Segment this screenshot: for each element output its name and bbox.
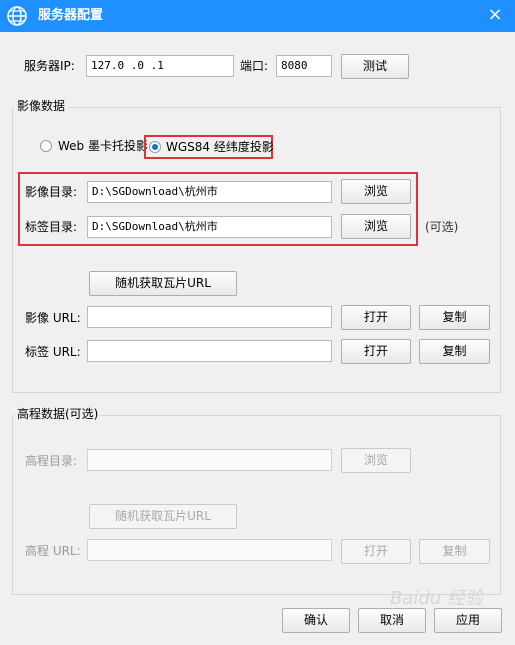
baidu-watermark: Baidu 经验 [390,588,483,609]
elevation-url-label: 高程 URL: [25,544,81,558]
label-url-open-button[interactable]: 打开 [341,339,411,364]
server-ip-label: 服务器IP: [24,59,75,73]
optional-note: (可选) [425,220,459,234]
elevation-url-copy-button[interactable]: 复制 [419,539,490,564]
radio-wgs84[interactable] [149,141,161,153]
test-button[interactable]: 测试 [341,54,409,79]
label-url-input[interactable] [87,340,332,362]
label-url-copy-button[interactable]: 复制 [419,339,490,364]
image-url-label: 影像 URL: [25,311,81,325]
port-input[interactable]: 8080 [276,55,332,77]
elevation-dir-label: 高程目录: [25,454,78,468]
elevation-group-title: 高程数据(可选) [14,406,102,422]
image-dir-browse-button[interactable]: 浏览 [341,179,411,204]
image-dir-input[interactable]: D:\SGDownload\杭州市 [87,181,332,203]
globe-icon [6,5,28,27]
label-dir-label: 标签目录: [25,220,78,234]
image-url-input[interactable] [87,306,332,328]
random-tile-url-button[interactable]: 随机获取瓦片URL [89,271,237,296]
label-url-label: 标签 URL: [25,345,81,359]
radio-wgs84-label[interactable]: WGS84 经纬度投影 [166,137,274,157]
label-dir-input[interactable]: D:\SGDownload\杭州市 [87,216,332,238]
imagery-group-title: 影像数据 [14,98,69,114]
label-dir-browse-button[interactable]: 浏览 [341,214,411,239]
cancel-button[interactable]: 取消 [358,608,426,633]
elevation-dir-browse-button[interactable]: 浏览 [341,448,411,473]
elevation-url-input[interactable] [87,539,332,561]
window-title: 服务器配置 [38,8,104,23]
server-ip-input[interactable]: 127.0 .0 .1 [86,55,234,77]
elevation-url-open-button[interactable]: 打开 [341,539,411,564]
port-label: 端口: [240,59,269,73]
radio-web-mercator-label[interactable]: Web 墨卡托投影 [58,136,148,156]
elevation-group [12,415,501,595]
close-icon[interactable]: × [484,4,506,26]
radio-web-mercator[interactable] [40,140,52,152]
elevation-random-tile-url-button[interactable]: 随机获取瓦片URL [89,504,237,529]
image-url-open-button[interactable]: 打开 [341,305,411,330]
image-url-copy-button[interactable]: 复制 [419,305,490,330]
elevation-dir-input[interactable] [87,449,332,471]
image-dir-label: 影像目录: [25,185,78,199]
apply-button[interactable]: 应用 [434,608,502,633]
ok-button[interactable]: 确认 [282,608,350,633]
